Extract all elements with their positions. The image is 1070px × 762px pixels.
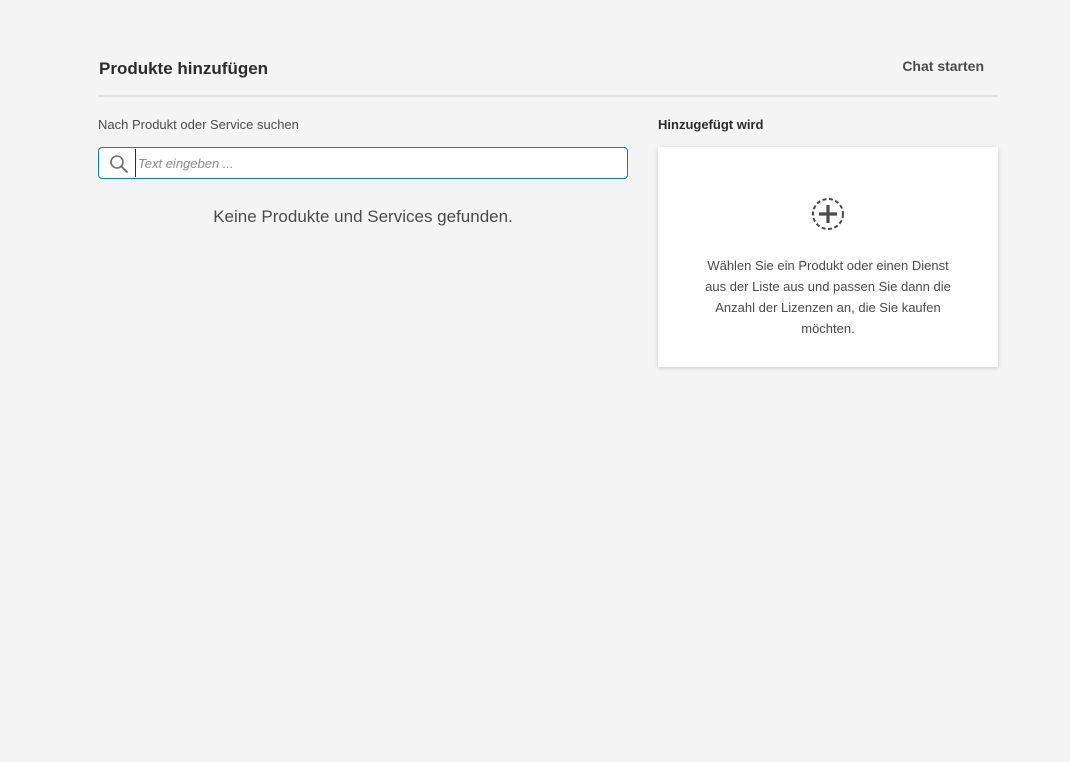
- added-label: Hinzugefügt wird: [658, 117, 764, 132]
- search-icon: [109, 154, 129, 174]
- added-hint-text: Wählen Sie ein Produkt oder einen Dienst…: [705, 258, 951, 336]
- added-card: Wählen Sie ein Produkt oder einen Dienst…: [658, 147, 998, 367]
- chat-start-button[interactable]: Chat starten: [902, 58, 984, 74]
- search-panel: Nach Produkt oder Service suchen Keine P…: [98, 116, 628, 226]
- search-field[interactable]: [98, 147, 628, 179]
- empty-results-message: Keine Produkte und Services gefunden.: [213, 207, 513, 226]
- search-input[interactable]: [135, 149, 615, 177]
- page-title: Produkte hinzufügen: [99, 59, 269, 78]
- added-panel: Hinzugefügt wird Wählen Sie ein Produkt …: [658, 116, 998, 367]
- page-header: Produkte hinzufügen Chat starten: [98, 0, 998, 97]
- add-circle-icon: [811, 197, 845, 231]
- search-label: Nach Produkt oder Service suchen: [98, 117, 299, 132]
